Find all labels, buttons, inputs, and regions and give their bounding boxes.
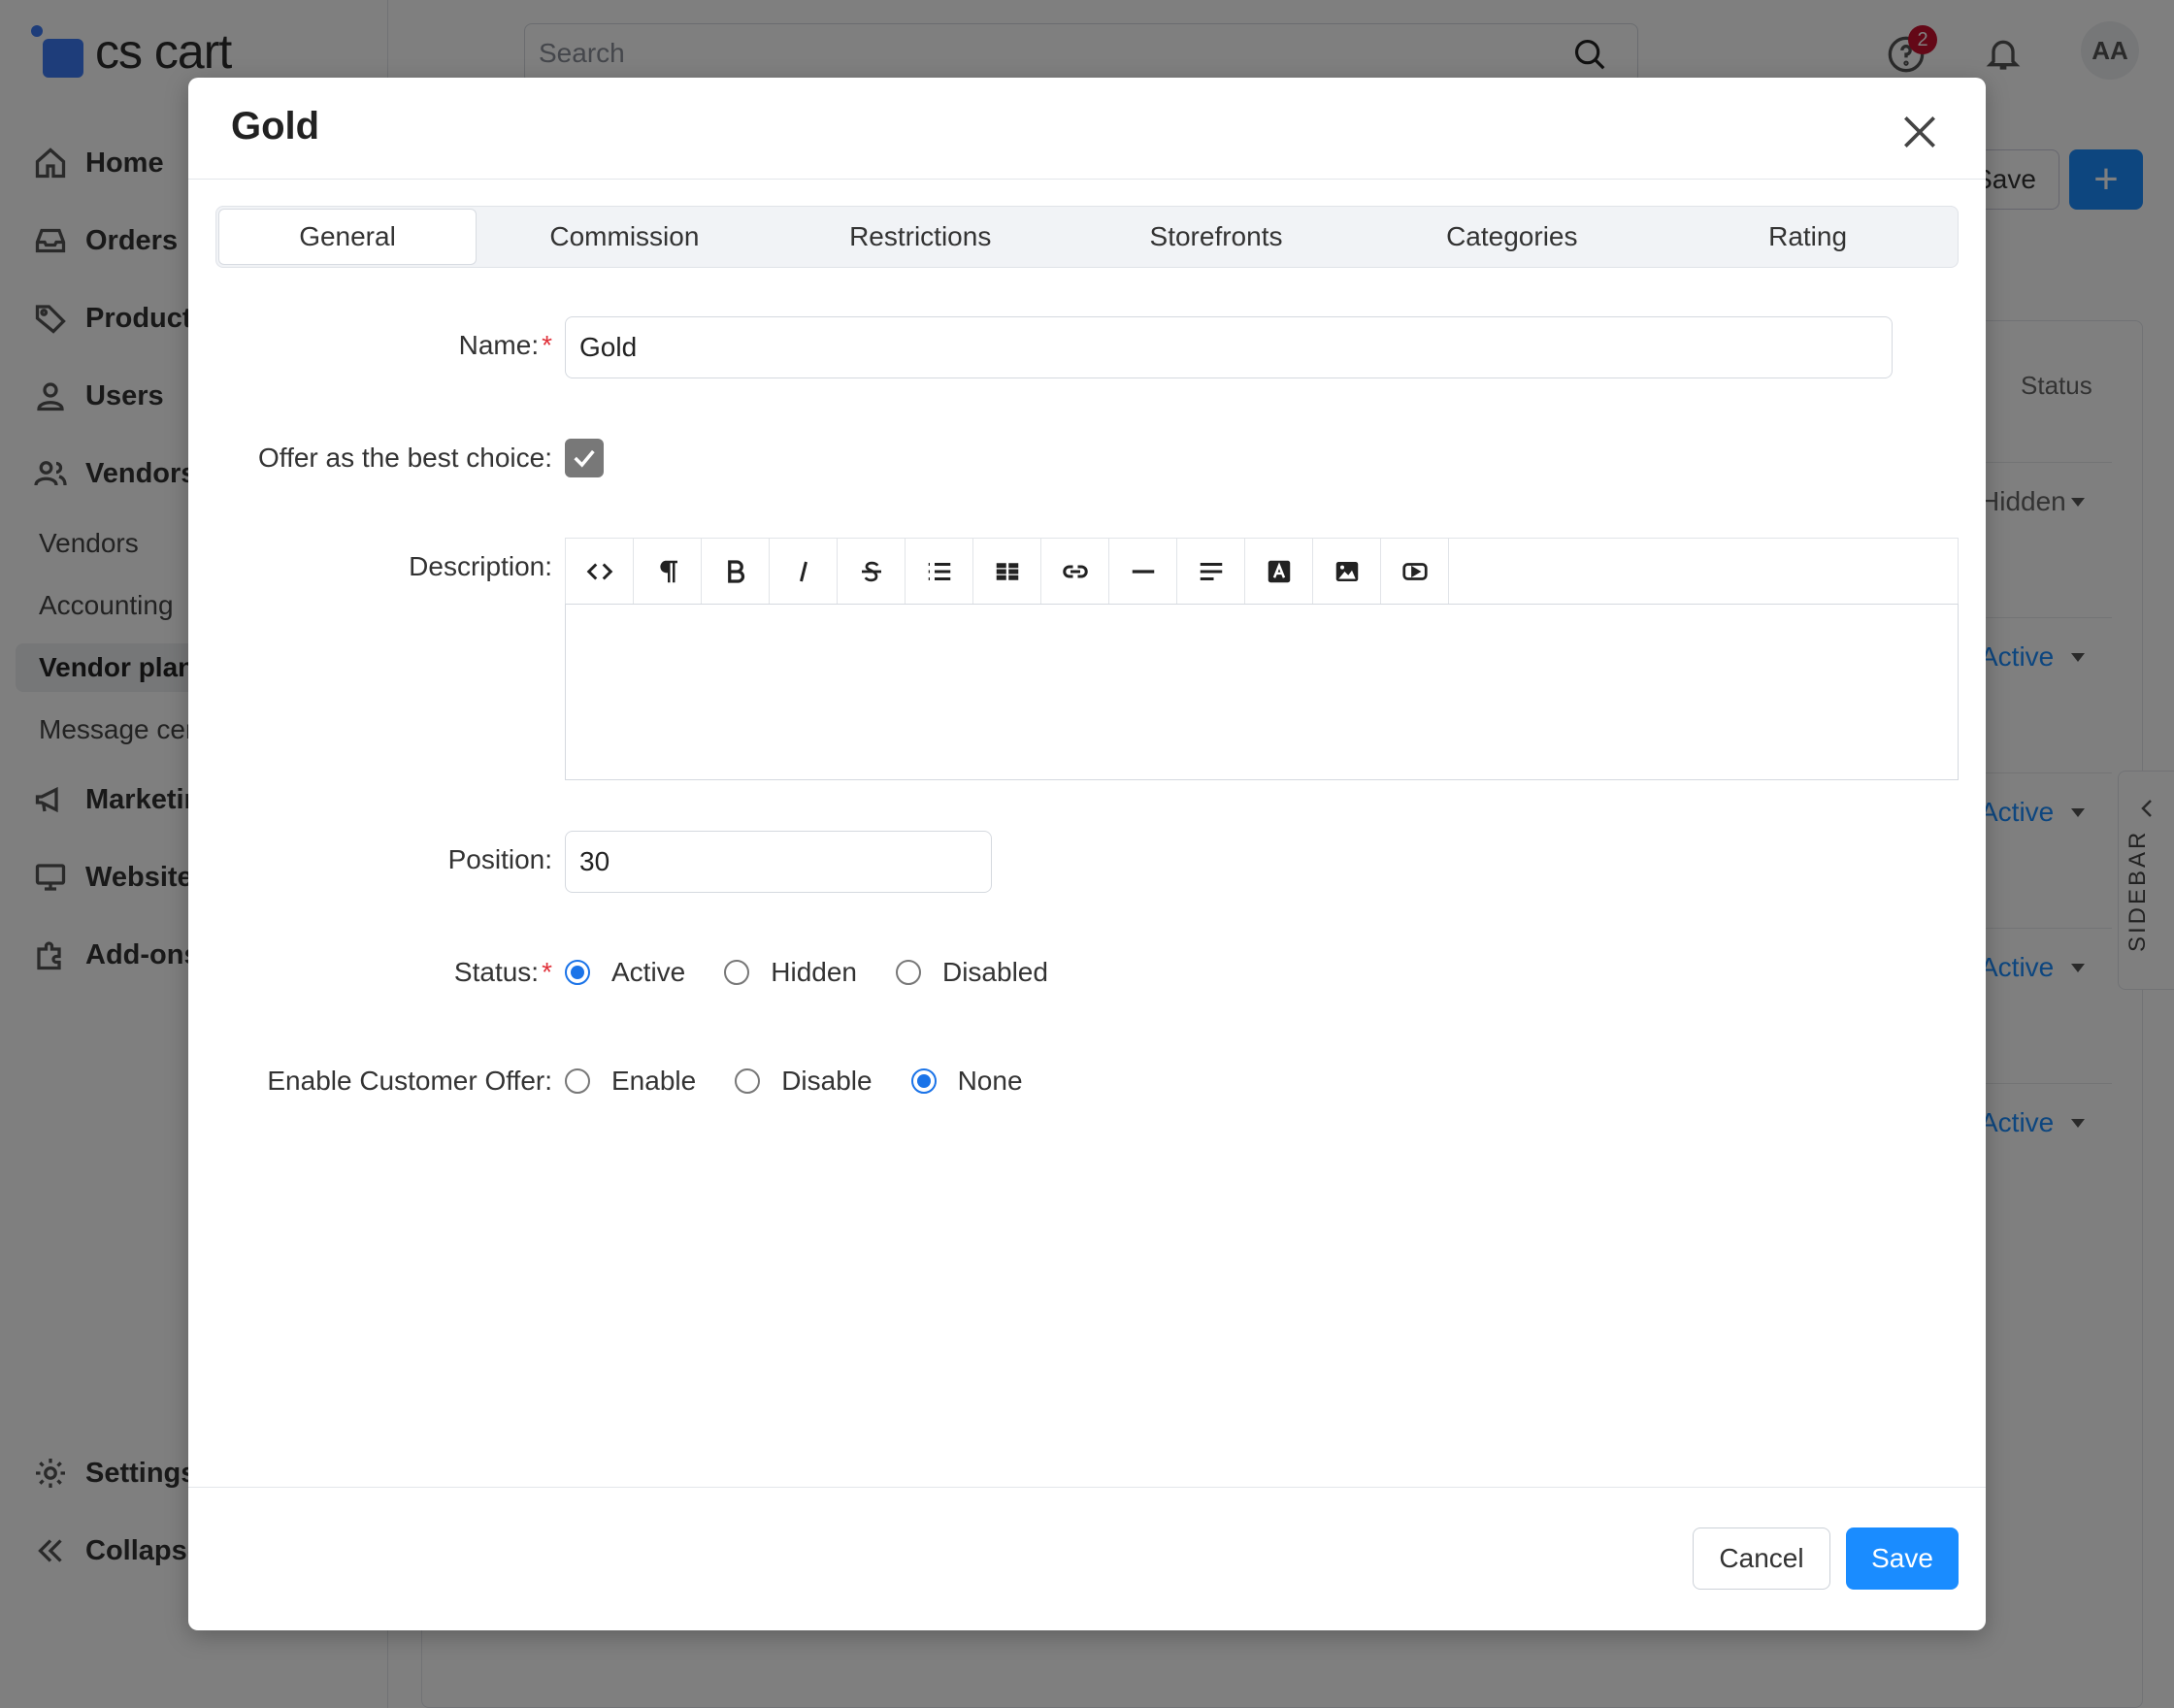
code-view-icon[interactable] bbox=[566, 539, 634, 605]
best-choice-checkbox[interactable] bbox=[565, 439, 604, 477]
text-color-icon[interactable] bbox=[1245, 539, 1313, 605]
tab-commission[interactable]: Commission bbox=[477, 209, 773, 265]
tab-restrictions[interactable]: Restrictions bbox=[773, 209, 1069, 265]
align-left-icon[interactable] bbox=[1177, 539, 1245, 605]
horizontal-rule-icon[interactable] bbox=[1109, 539, 1177, 605]
bullet-list-icon[interactable] bbox=[906, 539, 973, 605]
checkmark-icon bbox=[574, 449, 595, 468]
radio-circle bbox=[735, 1068, 761, 1094]
divider bbox=[188, 1487, 1986, 1488]
radio-circle bbox=[565, 1068, 590, 1094]
radio-circle bbox=[724, 960, 750, 985]
save-button[interactable]: Save bbox=[1846, 1527, 1959, 1590]
radio-circle bbox=[895, 960, 921, 985]
tab-general[interactable]: General bbox=[218, 209, 477, 265]
customer-offer-radio-enable[interactable]: Enable bbox=[565, 1066, 696, 1097]
position-label: Position: bbox=[447, 844, 552, 874]
cancel-button[interactable]: Cancel bbox=[1693, 1527, 1830, 1590]
best-choice-label: Offer as the best choice: bbox=[258, 443, 552, 473]
status-radio-group: Active Hidden Disabled bbox=[565, 953, 1087, 992]
image-icon[interactable] bbox=[1313, 539, 1381, 605]
vendor-plan-dialog: Gold General Commission Restrictions Sto… bbox=[188, 78, 1986, 1630]
required-marker: * bbox=[542, 957, 552, 987]
description-editor-toolbar bbox=[565, 538, 1959, 606]
paragraph-icon[interactable] bbox=[634, 539, 702, 605]
bold-icon[interactable] bbox=[702, 539, 770, 605]
radio-circle bbox=[910, 1068, 937, 1094]
customer-offer-radio-group: Enable Disable None bbox=[565, 1062, 1062, 1100]
customer-offer-radio-disable[interactable]: Disable bbox=[735, 1066, 873, 1097]
tab-categories[interactable]: Categories bbox=[1364, 209, 1660, 265]
radio-circle bbox=[565, 960, 590, 985]
link-icon[interactable] bbox=[1041, 539, 1109, 605]
name-label: Name: * bbox=[458, 330, 552, 360]
video-icon[interactable] bbox=[1381, 539, 1449, 605]
status-radio-disabled[interactable]: Disabled bbox=[895, 957, 1048, 988]
divider bbox=[188, 179, 1986, 180]
plan-name-input[interactable] bbox=[565, 316, 1893, 378]
dialog-tabs: General Commission Restrictions Storefro… bbox=[215, 206, 1959, 268]
status-radio-hidden[interactable]: Hidden bbox=[724, 957, 857, 988]
dialog-title: Gold bbox=[231, 105, 320, 148]
description-editor[interactable] bbox=[565, 604, 1959, 780]
required-marker: * bbox=[542, 330, 552, 360]
customer-offer-label: Enable Customer Offer: bbox=[267, 1066, 552, 1096]
status-label: Status: * bbox=[453, 957, 552, 987]
tab-rating[interactable]: Rating bbox=[1660, 209, 1956, 265]
description-label: Description: bbox=[409, 551, 552, 581]
tab-storefronts[interactable]: Storefronts bbox=[1069, 209, 1365, 265]
customer-offer-radio-none[interactable]: None bbox=[910, 1066, 1023, 1097]
table-icon[interactable] bbox=[973, 539, 1041, 605]
position-input[interactable] bbox=[565, 831, 992, 893]
strikethrough-icon[interactable] bbox=[838, 539, 906, 605]
close-icon[interactable] bbox=[1898, 111, 1941, 153]
italic-icon[interactable] bbox=[770, 539, 838, 605]
status-radio-active[interactable]: Active bbox=[565, 957, 685, 988]
